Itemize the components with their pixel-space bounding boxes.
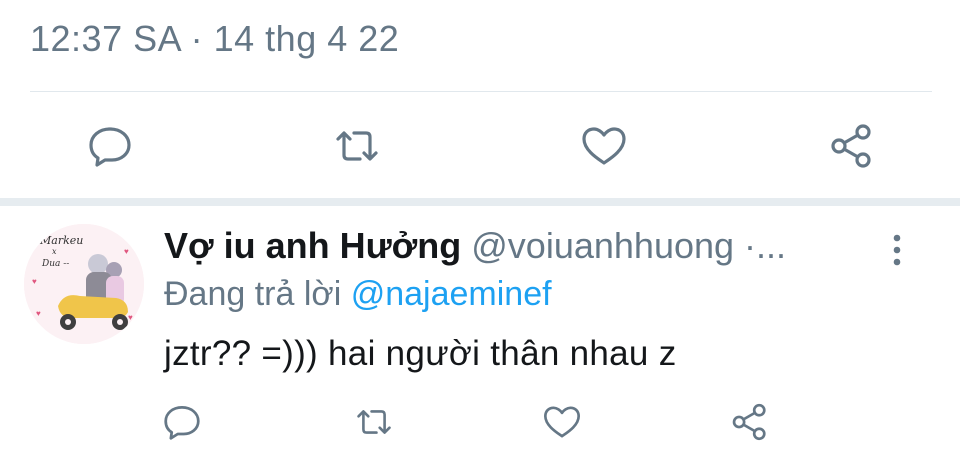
retweet-icon	[336, 131, 378, 161]
share-button[interactable]	[728, 400, 772, 444]
like-icon	[582, 127, 626, 165]
avatar-caption-1: Markeu	[39, 234, 83, 247]
tweet-action-bar	[0, 118, 960, 174]
tweet-timestamp: 12:37 SA · 14 thg 4 22	[30, 18, 400, 59]
retweet-button[interactable]	[350, 400, 398, 444]
avatar-illustration: Markeu x Dua -- ♥ ♥ ♥ ♥	[24, 224, 144, 344]
section-separator	[0, 198, 960, 206]
divider	[30, 91, 932, 92]
more-vertical-icon	[893, 234, 901, 266]
share-icon	[831, 124, 871, 168]
more-options-button[interactable]	[884, 230, 910, 274]
avatar[interactable]: Markeu x Dua -- ♥ ♥ ♥ ♥	[24, 224, 144, 344]
header-ellipsis: ·...	[734, 225, 787, 266]
svg-text:♥: ♥	[124, 247, 129, 256]
like-button[interactable]	[578, 124, 630, 168]
avatar-caption-2: x	[52, 247, 57, 256]
reply-button[interactable]	[84, 124, 136, 168]
reply-action-bar	[0, 400, 960, 444]
reply-tweet[interactable]: Markeu x Dua -- ♥ ♥ ♥ ♥ Vợ iu anh Hưởng …	[0, 206, 960, 464]
share-icon	[732, 403, 766, 441]
retweet-button[interactable]	[328, 124, 386, 168]
user-handle[interactable]: @voiuanhhuong	[471, 225, 734, 266]
reply-icon	[164, 406, 200, 440]
retweet-icon	[357, 410, 391, 434]
avatar-caption-3: Dua --	[41, 259, 69, 269]
replying-to: Đang trả lời @najaeminef	[164, 272, 552, 316]
share-button[interactable]	[826, 122, 878, 170]
svg-text:♥: ♥	[36, 309, 41, 318]
reply-header: Vợ iu anh Hưởng @voiuanhhuong ·...	[164, 224, 786, 268]
reply-button[interactable]	[160, 400, 204, 444]
svg-text:♥: ♥	[32, 277, 37, 286]
reply-icon	[89, 127, 131, 167]
svg-text:♥: ♥	[128, 313, 133, 322]
like-icon	[544, 406, 580, 438]
replying-prefix: Đang trả lời	[164, 275, 351, 313]
mention-link[interactable]: @najaeminef	[351, 275, 552, 313]
like-button[interactable]	[540, 400, 584, 444]
tweet-text: jztr?? =))) hai người thân nhau z	[164, 334, 677, 373]
display-name[interactable]: Vợ iu anh Hưởng	[164, 225, 461, 266]
